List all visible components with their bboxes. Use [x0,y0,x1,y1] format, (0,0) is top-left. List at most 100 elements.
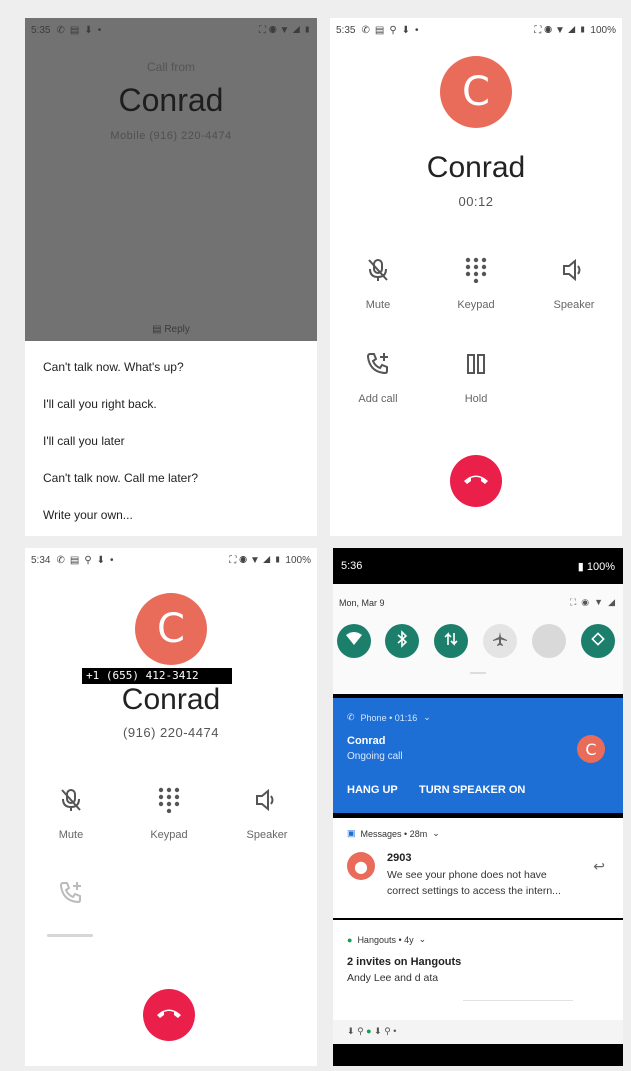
mobile-data-tile[interactable] [434,624,468,658]
end-call-icon [462,472,490,491]
bluetooth-tile[interactable] [385,624,419,658]
status-right-icons: ⛶ ◉ ▼ ◢ ▮ [258,24,311,36]
caller-avatar: C [440,56,512,128]
add-call-label: Add call [358,393,398,405]
reply-icon[interactable]: ↩ [593,858,605,875]
notification-header: ▣ Messages • 28m ⌄ [347,828,440,839]
download-icon: ⬇ [347,1026,355,1036]
chevron-down-icon[interactable]: ⌄ [419,934,427,945]
caller-name: Conrad [118,82,224,118]
battery-level: 100% [586,560,615,573]
download-icon: ⬇ [374,1026,382,1036]
quick-reply-item[interactable]: Can't talk now. What's up? [43,360,184,374]
reply-label: Reply [164,324,190,335]
mic-off-icon [338,255,418,285]
masked-phone-number: +1 (655) 412-3412 [82,668,232,684]
add-call-button [31,878,111,908]
quick-reply-item[interactable]: Can't talk now. Call me later? [43,471,198,485]
message-line-2: correct settings to access the intern... [387,885,561,897]
dialpad-icon [436,255,516,285]
speaker-icon [534,255,614,285]
notification-subtitle: Ongoing call [347,751,403,762]
keypad-button[interactable]: Keypad [436,255,516,311]
caller-avatar: C [577,735,605,763]
status-bar: 5:36 ▮ 100% [333,548,623,584]
status-right-icons: ▮ 100% [577,560,615,573]
mic-off-icon [31,785,111,815]
speaker-button[interactable]: Speaker [227,785,307,841]
ongoing-call-screen: 5:35 ✆ ▤ ⚲ ⬇ • ⛶ ◉ ▼ ◢ ▮ 100% C Conrad 00:12… [330,18,622,536]
message-icon: ▤ [152,324,165,335]
hold-button[interactable]: Hold [436,349,516,405]
ongoing-call-notification[interactable]: ✆ Phone • 01:16 ⌄ Conrad Ongoing call C … [333,698,623,813]
quick-reply-write-own[interactable]: Write your own... [43,508,133,522]
sender-avatar-icon: ● [347,852,375,880]
date-label: Mon, Mar 9 [339,598,385,608]
status-time: 5:35 [336,24,356,36]
messages-icon: ▣ [347,828,356,838]
status-right-icons: ⛶ ◉ ▼ ◢ ▮ 100% [534,24,616,36]
status-icons: ✆ ▤ ⚲ ⬇ • [361,24,419,36]
location-icon: ⚲ [384,1026,391,1036]
end-call-button[interactable] [143,989,195,1041]
hangouts-notification[interactable]: ● Hangouts • 4y ⌄ 2 invites on Hangouts … [333,920,623,1020]
end-call-button[interactable] [450,455,502,507]
caller-line: Mobile (916) 220-4474 [110,130,232,142]
status-right-icons: ⛶ ◉ ▼ ◢ ▮ 100% [229,554,311,566]
speaker-button[interactable]: Speaker [534,255,614,311]
auto-rotate-tile[interactable] [581,624,615,658]
incoming-call-screen: 5:35 ✆ ▤ ⬇ • ⛶ ◉ ▼ ◢ ▮ Call from Conrad Mob… [25,18,317,536]
status-icons: ✆ ▤ ⬇ • [56,24,102,36]
speaker-label: Speaker [246,829,288,841]
notification-header: ✆ Phone • 01:16 ⌄ [347,712,431,723]
caller-name: Conrad [121,683,221,716]
hold-label: Hold [464,393,488,405]
caller-name: Conrad [426,151,526,184]
call-from-label: Call from [146,60,195,74]
notification-shade: 5:36 ▮ 100% Mon, Mar 9 ⛶ ◉ ▼ ◢ ✆ Phone • 01… [333,548,623,1066]
pause-icon [436,349,516,379]
data-arrows-icon [444,631,458,652]
quick-settings-status-icons: ⛶ ◉ ▼ ◢ [569,597,615,607]
status-time: 5:35 [31,24,51,36]
keypad-label: Keypad [150,829,188,841]
add-call-button[interactable]: Add call [338,349,418,405]
battery-level: 100% [590,24,616,36]
quick-reply-sheet: Can't talk now. What's up? I'll call you… [25,341,317,536]
quick-settings: Mon, Mar 9 ⛶ ◉ ▼ ◢ [333,584,623,694]
messages-notification[interactable]: ▣ Messages • 28m ⌄ ● 2903 We see your ph… [333,818,623,918]
hang-up-button[interactable]: HANG UP [347,784,398,796]
expand-handle[interactable] [470,672,486,674]
mute-button[interactable]: Mute [31,785,111,841]
speaker-on-button[interactable]: TURN SPEAKER ON [419,784,525,796]
wifi-tile[interactable] [337,624,371,658]
battery-level: 100% [285,554,311,566]
status-time: 5:34 [31,554,51,566]
notification-app-label: Phone • 01:16 [360,712,418,723]
outgoing-call-screen: 5:34 ✆ ▤ ⚲ ⬇ • ⛶ ◉ ▼ ◢ ▮ 100% C +1 (655) 412… [25,548,317,1066]
hangouts-icon: ● [366,1026,372,1036]
caller-number: (916) 220-4474 [123,725,219,740]
hangouts-icon: ● [347,934,353,945]
keypad-label: Keypad [457,299,495,311]
quick-reply-item[interactable]: I'll call you right back. [43,397,157,411]
blurred-label [47,934,93,937]
quick-reply-item[interactable]: I'll call you later [43,434,125,448]
airplane-mode-tile[interactable] [483,624,517,658]
hangouts-text: Andy Lee and d ata [347,972,439,984]
bluetooth-icon [396,629,408,653]
keypad-button[interactable]: Keypad [129,785,209,841]
hangouts-title: 2 invites on Hangouts [347,956,462,968]
mute-label: Mute [365,299,391,311]
chevron-down-icon[interactable]: ⌄ [423,712,431,723]
chevron-down-icon[interactable]: ⌄ [432,828,440,839]
minimized-notification-icons[interactable]: ⬇ ⚲ ● ⬇ ⚲ • [333,1020,623,1044]
more-dot-icon: • [393,1026,397,1036]
status-bar: 5:34 ✆ ▤ ⚲ ⬇ • ⛶ ◉ ▼ ◢ ▮ 100% [25,548,317,572]
notification-title: Conrad [347,735,386,747]
blurred-tile[interactable] [532,624,566,658]
sender-name: 2903 [387,852,412,864]
reply-button[interactable]: ▤ Reply [25,324,317,335]
status-icons: ✆ ▤ ⚲ ⬇ • [56,554,114,566]
mute-button[interactable]: Mute [338,255,418,311]
